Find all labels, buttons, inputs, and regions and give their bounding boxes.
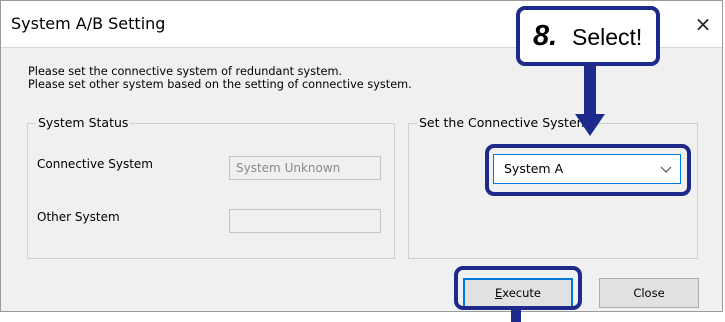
intro-text: Please set the connective system of redu… <box>28 65 412 91</box>
callout-text: Select! <box>572 24 643 50</box>
other-system-field <box>229 209 381 233</box>
other-system-label: Other System <box>37 210 120 224</box>
close-button[interactable]: Close <box>599 278 699 308</box>
step-callout: 8. Select! <box>516 6 660 66</box>
connective-system-legend: Set the Connective System <box>417 115 591 130</box>
dialog-title: System A/B Setting <box>11 14 166 33</box>
system-status-legend: System Status <box>36 115 131 130</box>
select-highlight-frame <box>485 144 691 196</box>
execute-arrow-shaft <box>511 306 521 322</box>
system-status-group: System Status <box>27 115 395 259</box>
intro-line-2: Please set other system based on the set… <box>28 78 412 91</box>
connective-system-value: System Unknown <box>236 161 341 175</box>
execute-highlight-frame <box>454 266 582 310</box>
connective-system-field: System Unknown <box>229 156 381 180</box>
callout-step-number: 8. <box>533 20 558 52</box>
intro-line-1: Please set the connective system of redu… <box>28 65 343 78</box>
connective-system-label: Connective System <box>37 157 153 171</box>
callout-arrow-head <box>575 114 605 136</box>
close-icon[interactable]: × <box>690 11 716 37</box>
callout-arrow-shaft <box>584 64 596 118</box>
